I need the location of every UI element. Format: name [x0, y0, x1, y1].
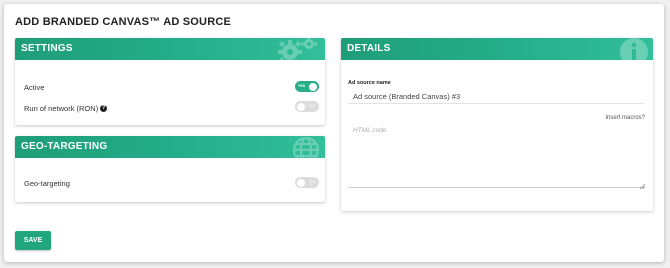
- geo-targeting-header: GEO-TARGETING: [15, 136, 325, 158]
- geo-toggle-label: NO: [309, 180, 315, 184]
- ad-source-name-label: Ad source name: [348, 80, 391, 86]
- question-circle-icon[interactable]: ?: [100, 105, 108, 112]
- active-toggle[interactable]: YES: [295, 81, 319, 92]
- toggle-knob: [297, 178, 305, 187]
- geo-targeting-title: GEO-TARGETING: [21, 141, 108, 152]
- info-icon: [620, 38, 648, 60]
- toggle-knob: [297, 102, 305, 111]
- details-title: DETAILS: [347, 43, 391, 54]
- toggle-knob: [309, 82, 317, 91]
- page-card: ADD BRANDED CANVAS™ AD SOURCE SETTINGS A…: [4, 4, 664, 262]
- ron-label: Run of network (RON): [24, 104, 99, 113]
- ron-toggle-label: NO: [309, 104, 315, 108]
- geo-targeting-label: Geo-targeting: [24, 179, 70, 188]
- settings-panel: SETTINGS Active YES Run of network (RON)…: [15, 38, 325, 125]
- gears-icon: [278, 38, 317, 60]
- active-row: Active: [24, 83, 44, 92]
- geo-targeting-panel: GEO-TARGETING Geo-targeting NO: [15, 136, 325, 202]
- ron-row: Run of network (RON) ?: [24, 104, 108, 113]
- active-label: Active: [24, 83, 45, 92]
- resize-grip-icon[interactable]: [640, 184, 645, 189]
- geo-targeting-row: Geo-targeting: [24, 179, 70, 188]
- settings-header: SETTINGS: [15, 38, 325, 60]
- active-toggle-label: YES: [298, 84, 306, 88]
- html-code-textarea[interactable]: [348, 124, 644, 188]
- save-button[interactable]: SAVE: [15, 231, 51, 250]
- details-panel: DETAILS Ad source name Insert macros?: [341, 38, 653, 211]
- ron-toggle[interactable]: NO: [295, 101, 319, 112]
- globe-icon: [292, 136, 320, 158]
- geo-targeting-toggle[interactable]: NO: [295, 177, 319, 188]
- settings-title: SETTINGS: [21, 43, 73, 54]
- ad-source-name-input[interactable]: [348, 90, 644, 104]
- insert-macros-link[interactable]: Insert macros?: [605, 115, 645, 121]
- page-title: ADD BRANDED CANVAS™ AD SOURCE: [15, 16, 232, 28]
- details-header: DETAILS: [341, 38, 653, 60]
